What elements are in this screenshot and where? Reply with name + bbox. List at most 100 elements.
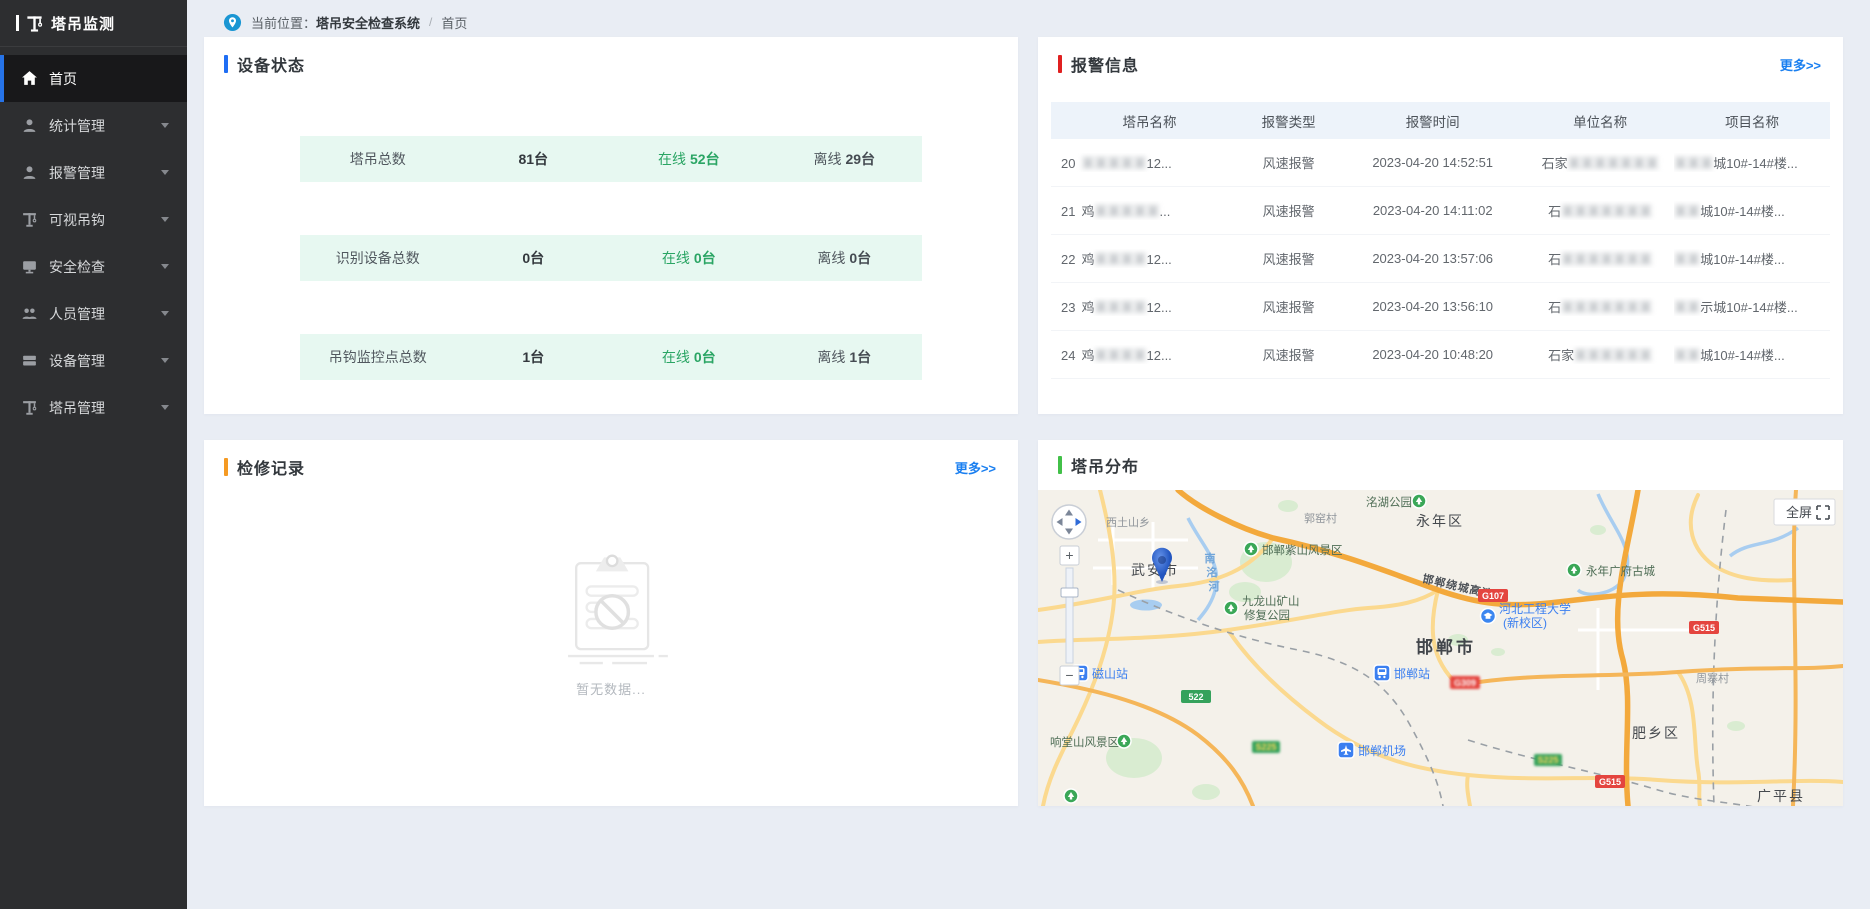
sidebar-item-equipment[interactable]: 设备管理: [0, 337, 187, 384]
app-title: 塔吊监测: [51, 13, 115, 34]
svg-text:S225: S225: [1255, 742, 1276, 752]
logo-bar: [16, 15, 19, 31]
main-content: 当前位置： 塔吊安全检查系统 / 首页 设备状态 塔吊总数 81台 在线52台 …: [187, 0, 1870, 909]
chevron-down-icon: [161, 217, 169, 222]
svg-text:522: 522: [1188, 692, 1203, 702]
breadcrumb-prefix: 当前位置：: [251, 13, 316, 32]
svg-text:九龙山矿山: 九龙山矿山: [1242, 595, 1300, 608]
breadcrumb-current[interactable]: 首页: [441, 13, 467, 32]
device-status-title: 设备状态: [237, 52, 305, 76]
sidebar-menu: 首页 统计管理 报警管理 可视吊钩 安全检查 人员管理 设备管理 塔吊管理: [0, 47, 187, 431]
stat-row-cranes: 塔吊总数 81台 在线52台 离线29台: [300, 136, 922, 182]
alarm-title: 报警信息: [1071, 52, 1139, 76]
district-label-feixiang: 肥乡区: [1632, 725, 1680, 741]
district-label-yongnian: 永年区: [1416, 513, 1464, 529]
svg-text:邯郸紫山风景区: 邯郸紫山风景区: [1262, 543, 1343, 557]
svg-text:邯郸机场: 邯郸机场: [1358, 743, 1406, 758]
crane-distribution-panel: 塔吊分布: [1038, 440, 1843, 806]
sidebar: 塔吊监测 首页 统计管理 报警管理 可视吊钩 安全检查 人员管理 设备管理: [0, 0, 187, 909]
map-compass-control[interactable]: [1052, 505, 1086, 539]
fullscreen-label: 全屏: [1786, 505, 1812, 520]
zoom-slider-handle[interactable]: [1061, 588, 1078, 597]
svg-text:洺湖公园: 洺湖公园: [1366, 495, 1412, 509]
svg-text:G515: G515: [1599, 777, 1621, 787]
maintenance-title: 检修记录: [237, 455, 305, 479]
chevron-down-icon: [161, 264, 169, 269]
chevron-down-icon: [161, 170, 169, 175]
zoom-in-label: +: [1065, 547, 1073, 563]
title-bar-red: [1058, 55, 1062, 73]
chevron-down-icon: [161, 123, 169, 128]
svg-text:河: 河: [1209, 579, 1220, 593]
user-badge-icon: [21, 117, 38, 134]
monitor-icon: [21, 258, 38, 275]
zoom-slider-track[interactable]: [1066, 568, 1073, 663]
empty-state-text: 暂无数据...: [204, 679, 1018, 698]
sidebar-item-safety-check[interactable]: 安全检查: [0, 243, 187, 290]
alarm-table-row[interactable]: 20某某某某某12... 风速报警 2023-04-20 14:52:51 石家…: [1051, 139, 1830, 187]
stat-row-recognition: 识别设备总数 0台 在线0台 离线0台: [300, 235, 922, 281]
town-label: 郭窑村: [1304, 511, 1337, 525]
sidebar-item-alarm[interactable]: 报警管理: [0, 149, 187, 196]
sidebar-item-crane-mgmt[interactable]: 塔吊管理: [0, 384, 187, 431]
user-alert-icon: [21, 164, 38, 181]
app-logo: 塔吊监测: [0, 0, 187, 47]
city-label-handan: 邯郸市: [1416, 637, 1476, 657]
road-badge-g515: G515: [1595, 775, 1625, 788]
crane-distribution-map[interactable]: 邯郸绕城高速 G107 G515 G515 G309 522 S225 S225…: [1038, 490, 1843, 806]
road-badge-g515: G515: [1689, 621, 1719, 634]
empty-clipboard-icon: [547, 540, 675, 670]
maintenance-more-link[interactable]: 更多>>: [955, 458, 996, 477]
alarm-table-row[interactable]: 22鸡某某某某12... 风速报警 2023-04-20 13:57:06 石某…: [1051, 235, 1830, 283]
sidebar-item-statistics[interactable]: 统计管理: [0, 102, 187, 149]
fullscreen-button[interactable]: 全屏: [1774, 499, 1835, 525]
breadcrumb-system[interactable]: 塔吊安全检查系统: [316, 13, 420, 32]
svg-text:G107: G107: [1482, 591, 1504, 601]
drawer-icon: [21, 352, 38, 369]
maintenance-panel: 检修记录 更多>> 暂无数据...: [204, 440, 1018, 806]
alarm-table-row[interactable]: 23鸡某某某某12... 风速报警 2023-04-20 13:56:10 石某…: [1051, 283, 1830, 331]
title-bar-blue: [224, 55, 228, 73]
svg-text:邯郸站: 邯郸站: [1394, 666, 1430, 681]
svg-text:洺: 洺: [1207, 565, 1218, 579]
svg-text:南: 南: [1205, 551, 1216, 565]
title-bar-green: [1058, 456, 1062, 474]
svg-text:(新校区): (新校区): [1503, 615, 1547, 630]
stat-row-hook-monitor: 吊钩监控点总数 1台 在线0台 离线1台: [300, 334, 922, 380]
town-label: 周寨村: [1696, 671, 1729, 685]
chevron-down-icon: [161, 405, 169, 410]
road-badge-s225: S225: [1252, 741, 1280, 753]
title-bar-orange: [224, 458, 228, 476]
device-status-panel: 设备状态 塔吊总数 81台 在线52台 离线29台 识别设备总数 0台 在线0台…: [204, 37, 1018, 414]
svg-text:修复公园: 修复公园: [1244, 608, 1290, 622]
alarm-info-panel: 报警信息 更多>> 塔吊名称 报警类型 报警时间 单位名称 项目名称 20某某某…: [1038, 37, 1843, 414]
road-badge-g107: G107: [1478, 589, 1508, 602]
svg-text:河北工程大学: 河北工程大学: [1499, 601, 1571, 616]
park-poi-minghu: 洺湖公园: [1366, 494, 1426, 509]
road-badge-g309: G309: [1450, 676, 1480, 689]
alarm-more-link[interactable]: 更多>>: [1780, 55, 1821, 74]
home-icon: [21, 70, 38, 87]
svg-text:G515: G515: [1693, 623, 1715, 633]
crane-icon: [21, 399, 38, 416]
zoom-out-label: −: [1065, 667, 1073, 683]
alarm-table-row[interactable]: 24鸡某某某某12... 风速报警 2023-04-20 10:48:20 石家…: [1051, 331, 1830, 379]
alarm-table-header: 塔吊名称 报警类型 报警时间 单位名称 项目名称: [1051, 102, 1830, 139]
svg-text:永年广府古城: 永年广府古城: [1586, 564, 1655, 578]
sidebar-item-home[interactable]: 首页: [0, 55, 187, 102]
crane-icon: [21, 211, 38, 228]
map-title: 塔吊分布: [1071, 453, 1139, 477]
alarm-table-row[interactable]: 21鸡某某某某某... 风速报警 2023-04-20 14:11:02 石某某…: [1051, 187, 1830, 235]
chevron-down-icon: [161, 311, 169, 316]
sidebar-item-personnel[interactable]: 人员管理: [0, 290, 187, 337]
svg-text:S225: S225: [1537, 755, 1558, 765]
svg-text:磁山站: 磁山站: [1092, 666, 1128, 681]
location-pin-icon: [223, 13, 242, 32]
tower-crane-logo-icon: [25, 14, 44, 33]
sidebar-item-visual-hook[interactable]: 可视吊钩: [0, 196, 187, 243]
district-label-guangping: 广平县: [1757, 788, 1805, 804]
station-poi-cishan: 磁山站: [1072, 665, 1128, 681]
people-icon: [21, 305, 38, 322]
road-badge-522: 522: [1181, 690, 1211, 703]
airport-poi-handan: 邯郸机场: [1338, 742, 1406, 758]
